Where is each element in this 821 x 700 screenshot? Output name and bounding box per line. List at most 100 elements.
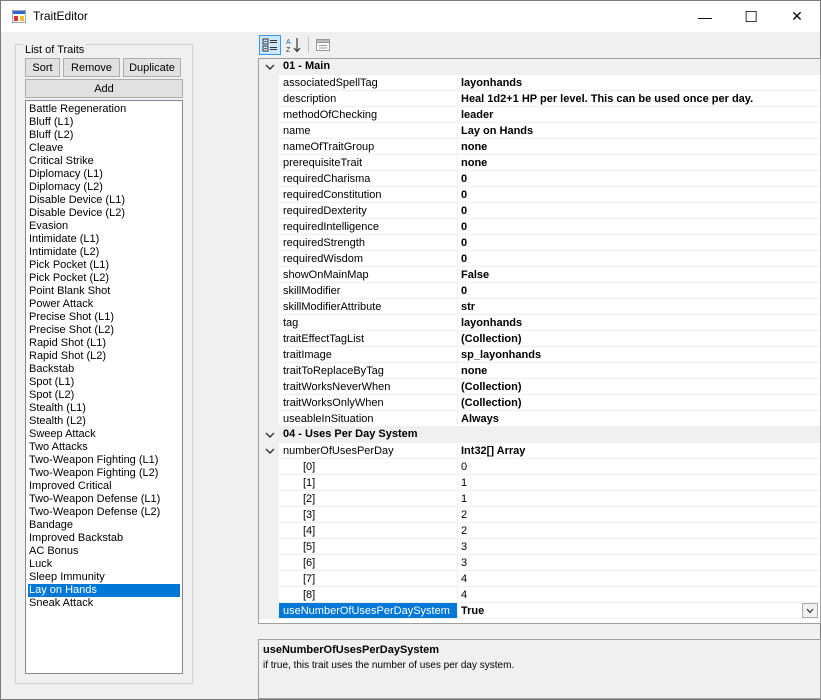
property-name[interactable]: [0] [279, 459, 458, 475]
trait-list-item[interactable]: Luck [28, 558, 180, 571]
property-name[interactable]: [3] [279, 507, 458, 523]
property-row[interactable]: methodOfChecking leader [259, 107, 820, 123]
trait-list-item[interactable]: Improved Critical [28, 480, 180, 493]
trait-list-item[interactable]: Diplomacy (L2) [28, 181, 180, 194]
trait-list-item[interactable]: Cleave [28, 142, 180, 155]
property-value[interactable]: 0 [459, 187, 820, 203]
trait-list-item[interactable]: Two Attacks [28, 441, 180, 454]
traits-listbox[interactable]: Battle Regeneration Bluff (L1) Bluff (L2) C… [25, 100, 183, 674]
property-value[interactable]: Always [459, 411, 820, 427]
property-name[interactable]: requiredCharisma [279, 171, 458, 187]
property-value[interactable]: 0 [459, 171, 820, 187]
trait-list-item[interactable]: Rapid Shot (L2) [28, 350, 180, 363]
trait-list-item[interactable]: Evasion [28, 220, 180, 233]
property-value[interactable]: 4 [459, 571, 820, 587]
property-row[interactable]: requiredWisdom 0 [259, 251, 820, 267]
property-row[interactable]: associatedSpellTag layonhands [259, 75, 820, 91]
property-name[interactable]: requiredWisdom [279, 251, 458, 267]
property-row[interactable]: traitEffectTagList (Collection) [259, 331, 820, 347]
property-value[interactable]: (Collection) [459, 379, 820, 395]
trait-list-item[interactable]: Critical Strike [28, 155, 180, 168]
property-name[interactable]: [6] [279, 555, 458, 571]
trait-list-item[interactable]: Precise Shot (L1) [28, 311, 180, 324]
maximize-button[interactable]: ☐ [728, 1, 774, 32]
property-name[interactable]: prerequisiteTrait [279, 155, 458, 171]
trait-list-item[interactable]: Pick Pocket (L1) [28, 259, 180, 272]
category-uses-per-day[interactable]: 04 - Uses Per Day System [259, 427, 820, 443]
property-value[interactable]: leader [459, 107, 820, 123]
trait-list-item[interactable]: Disable Device (L2) [28, 207, 180, 220]
property-name[interactable]: requiredIntelligence [279, 219, 458, 235]
property-value[interactable]: 0 [459, 459, 820, 475]
property-name[interactable]: [5] [279, 539, 458, 555]
property-name[interactable]: associatedSpellTag [279, 75, 458, 91]
property-row[interactable]: description Heal 1d2+1 HP per level. This… [259, 91, 820, 107]
property-name[interactable]: name [279, 123, 458, 139]
property-name[interactable]: showOnMainMap [279, 267, 458, 283]
trait-list-item[interactable]: Power Attack [28, 298, 180, 311]
array-item-row[interactable]: [4] 2 [259, 523, 820, 539]
property-value[interactable]: (Collection) [459, 331, 820, 347]
property-row[interactable]: requiredDexterity 0 [259, 203, 820, 219]
property-name[interactable]: requiredConstitution [279, 187, 458, 203]
close-button[interactable]: ✕ [774, 1, 820, 32]
trait-list-item[interactable]: AC Bonus [28, 545, 180, 558]
trait-list-item[interactable]: Lay on Hands [28, 584, 180, 597]
property-name[interactable]: [2] [279, 491, 458, 507]
property-name[interactable]: requiredDexterity [279, 203, 458, 219]
categorized-view-button[interactable] [259, 35, 281, 55]
property-value[interactable]: True [459, 603, 820, 619]
property-row[interactable]: showOnMainMap False [259, 267, 820, 283]
property-name[interactable]: tag [279, 315, 458, 331]
trait-list-item[interactable]: Spot (L1) [28, 376, 180, 389]
trait-list-item[interactable]: Stealth (L2) [28, 415, 180, 428]
trait-list-item[interactable]: Sleep Immunity [28, 571, 180, 584]
property-name[interactable]: skillModifier [279, 283, 458, 299]
array-item-row[interactable]: [5] 3 [259, 539, 820, 555]
property-name[interactable]: description [279, 91, 458, 107]
property-value[interactable]: Int32[] Array [459, 443, 820, 459]
category-main[interactable]: 01 - Main [259, 59, 820, 75]
trait-list-item[interactable]: Point Blank Shot [28, 285, 180, 298]
property-value[interactable]: 0 [459, 251, 820, 267]
property-row[interactable]: skillModifierAttribute str [259, 299, 820, 315]
trait-list-item[interactable]: Backstab [28, 363, 180, 376]
trait-list-item[interactable]: Disable Device (L1) [28, 194, 180, 207]
property-value[interactable]: 3 [459, 555, 820, 571]
property-row[interactable]: traitToReplaceByTag none [259, 363, 820, 379]
property-value[interactable]: 0 [459, 219, 820, 235]
property-value[interactable]: 1 [459, 475, 820, 491]
trait-list-item[interactable]: Bandage [28, 519, 180, 532]
array-item-row[interactable]: [6] 3 [259, 555, 820, 571]
value-dropdown-button[interactable] [802, 603, 818, 618]
property-name[interactable]: numberOfUsesPerDay [279, 443, 458, 459]
property-value[interactable]: none [459, 155, 820, 171]
trait-list-item[interactable]: Improved Backstab [28, 532, 180, 545]
trait-list-item[interactable]: Two-Weapon Defense (L2) [28, 506, 180, 519]
trait-list-item[interactable]: Intimidate (L2) [28, 246, 180, 259]
trait-list-item[interactable]: Intimidate (L1) [28, 233, 180, 246]
trait-list-item[interactable]: Spot (L2) [28, 389, 180, 402]
property-value[interactable]: 3 [459, 539, 820, 555]
property-name[interactable]: [1] [279, 475, 458, 491]
property-pages-button[interactable] [312, 35, 334, 55]
property-value[interactable]: 1 [459, 491, 820, 507]
property-row[interactable]: requiredStrength 0 [259, 235, 820, 251]
property-value[interactable]: 4 [459, 587, 820, 603]
property-name[interactable]: nameOfTraitGroup [279, 139, 458, 155]
property-row[interactable]: nameOfTraitGroup none [259, 139, 820, 155]
property-row[interactable]: prerequisiteTrait none [259, 155, 820, 171]
property-value[interactable]: 0 [459, 235, 820, 251]
add-button[interactable]: Add [25, 79, 183, 98]
property-value[interactable]: sp_layonhands [459, 347, 820, 363]
trait-list-item[interactable]: Two-Weapon Defense (L1) [28, 493, 180, 506]
trait-list-item[interactable]: Pick Pocket (L2) [28, 272, 180, 285]
property-name[interactable]: [8] [279, 587, 458, 603]
remove-button[interactable]: Remove [63, 58, 120, 77]
array-item-row[interactable]: [7] 4 [259, 571, 820, 587]
trait-list-item[interactable]: Stealth (L1) [28, 402, 180, 415]
property-row[interactable]: skillModifier 0 [259, 283, 820, 299]
property-value[interactable]: str [459, 299, 820, 315]
alphabetical-view-button[interactable]: A Z [283, 35, 305, 55]
property-row[interactable]: tag layonhands [259, 315, 820, 331]
